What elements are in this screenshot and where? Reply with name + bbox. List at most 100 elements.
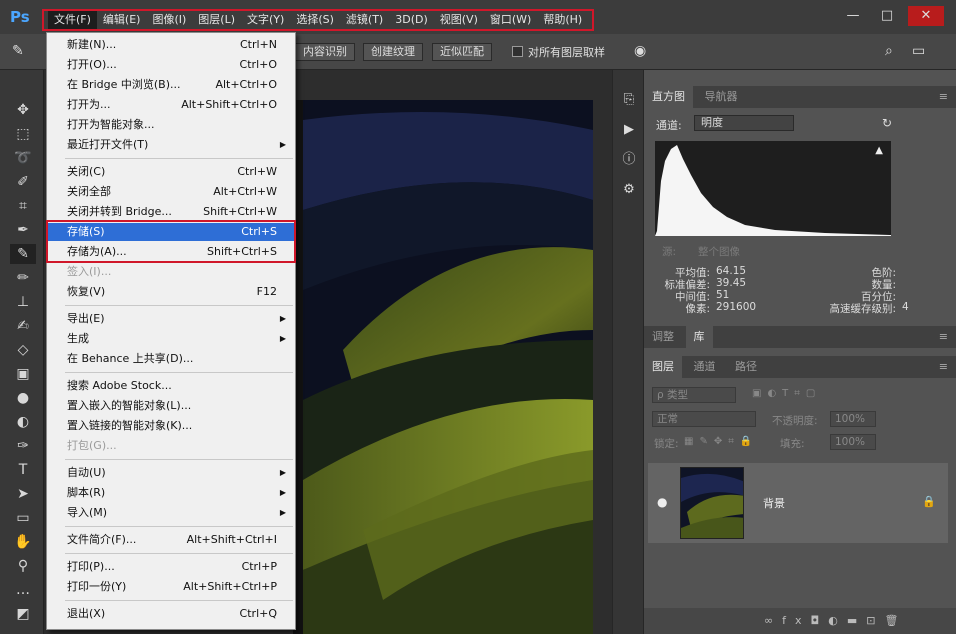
menu-item-new[interactable]: 新建(N)... Ctrl+N: [48, 36, 294, 54]
content-aware-button[interactable]: 内容识别: [295, 43, 355, 61]
lasso-tool-icon[interactable]: ➰: [10, 148, 36, 168]
pen-tool-icon[interactable]: ✑: [10, 436, 36, 456]
shape-tool-icon[interactable]: ▭: [10, 508, 36, 528]
tab-navigator[interactable]: 导航器: [697, 86, 746, 108]
menu-file[interactable]: 文件(F): [48, 11, 97, 29]
menu-help[interactable]: 帮助(H): [537, 11, 588, 29]
refresh-icon[interactable]: ↻: [882, 116, 892, 130]
search-icon[interactable]: ⌕: [885, 43, 893, 59]
text-tool-icon[interactable]: T: [10, 460, 36, 480]
menu-item-close-go-bridge[interactable]: 关闭并转到 Bridge... Shift+Ctrl+W: [48, 203, 294, 221]
menu-item-open-as[interactable]: 打开为... Alt+Shift+Ctrl+O: [48, 96, 294, 114]
hand-tool-icon[interactable]: ✋: [10, 532, 36, 552]
eraser-tool-icon[interactable]: ◇: [10, 340, 36, 360]
menu-image[interactable]: 图像(I): [146, 11, 192, 29]
color-swatch-icon[interactable]: ◩: [10, 604, 36, 624]
adjustments-menu-icon[interactable]: ≡: [939, 330, 948, 343]
menu-item-file-info[interactable]: 文件简介(F)... Alt+Shift+Ctrl+I: [48, 531, 294, 549]
maximize-button[interactable]: □: [874, 6, 900, 26]
menu-item-close-all[interactable]: 关闭全部 Alt+Ctrl+W: [48, 183, 294, 201]
stamp-tool-icon[interactable]: ⊥: [10, 292, 36, 312]
zoom-tool-icon[interactable]: ⚲: [10, 556, 36, 576]
history-icon[interactable]: ⎘: [619, 92, 639, 110]
opacity-field[interactable]: 100%: [830, 411, 876, 427]
menu-item-export[interactable]: 导出(E) ▶: [48, 310, 294, 328]
layers-menu-icon[interactable]: ≡: [939, 360, 948, 373]
menu-item-search-stock[interactable]: 搜索 Adobe Stock...: [48, 377, 294, 395]
tab-histogram[interactable]: 直方图: [644, 86, 693, 108]
layer-row-background[interactable]: ● 背景 🔒: [648, 463, 948, 543]
separator: [65, 372, 293, 373]
source-value[interactable]: 整个图像: [698, 244, 740, 259]
brush-tool-icon[interactable]: ✏: [10, 268, 36, 288]
lock-icons[interactable]: ▦✎✥⌗🔒: [684, 436, 758, 447]
blend-mode-select[interactable]: 正常: [652, 411, 756, 427]
tab-adjustments[interactable]: 调整: [644, 326, 682, 348]
properties-icon[interactable]: ⚙: [619, 182, 639, 200]
layer-filter-select[interactable]: ρ 类型: [652, 387, 736, 403]
document-canvas[interactable]: [293, 100, 593, 634]
gradient-tool-icon[interactable]: ▣: [10, 364, 36, 384]
menu-item-recent[interactable]: 最近打开文件(T) ▶: [48, 136, 294, 154]
layer-filter-icons[interactable]: ▣◐T⌗▢: [752, 388, 821, 399]
menu-select[interactable]: 选择(S): [290, 11, 340, 29]
layer-name[interactable]: 背景: [763, 495, 785, 511]
menu-window[interactable]: 窗口(W): [484, 11, 537, 29]
menu-item-share-behance[interactable]: 在 Behance 上共享(D)...: [48, 350, 294, 368]
visibility-eye-icon[interactable]: ●: [657, 495, 667, 509]
layer-action-icons[interactable]: ∞fx◘◐▬⊡🗑: [764, 614, 907, 627]
dodge-tool-icon[interactable]: ◐: [10, 412, 36, 432]
healing-brush-tool-icon[interactable]: ✎: [10, 244, 36, 264]
workspace-icon[interactable]: ▭: [912, 43, 925, 59]
menu-item-place-linked[interactable]: 置入链接的智能对象(K)...: [48, 417, 294, 435]
blur-tool-icon[interactable]: ●: [10, 388, 36, 408]
menu-item-import[interactable]: 导入(M) ▶: [48, 504, 294, 522]
submenu-arrow-icon: ▶: [279, 468, 286, 477]
menu-item-close[interactable]: 关闭(C) Ctrl+W: [48, 163, 294, 181]
tab-libraries[interactable]: 库: [685, 326, 713, 348]
pressure-icon[interactable]: ◉: [634, 43, 646, 59]
menu-type[interactable]: 文字(Y): [241, 11, 290, 29]
spot-healing-brush-icon[interactable]: ✎: [12, 43, 24, 59]
tab-layers[interactable]: 图层: [644, 356, 682, 378]
panel-menu-icon[interactable]: ≡: [939, 90, 948, 103]
info-icon[interactable]: ⓘ: [619, 148, 639, 167]
move-tool-icon[interactable]: ✥: [10, 100, 36, 120]
tab-paths[interactable]: 路径: [727, 356, 765, 378]
menu-layer[interactable]: 图层(L): [192, 11, 241, 29]
stat-row-std: 标准偏差: 39.45 数量:: [656, 277, 946, 291]
minimize-button[interactable]: —: [840, 6, 866, 26]
create-texture-button[interactable]: 创建纹理: [363, 43, 423, 61]
quick-select-tool-icon[interactable]: ✐: [10, 172, 36, 192]
menu-item-open[interactable]: 打开(O)... Ctrl+O: [48, 56, 294, 74]
eyedropper-tool-icon[interactable]: ✒: [10, 220, 36, 240]
menu-item-browse-bridge[interactable]: 在 Bridge 中浏览(B)... Alt+Ctrl+O: [48, 76, 294, 94]
marquee-tool-icon[interactable]: ⬚: [10, 124, 36, 144]
more-tools-icon[interactable]: …: [10, 580, 36, 600]
menu-filter[interactable]: 滤镜(T): [340, 11, 389, 29]
menu-edit[interactable]: 编辑(E): [97, 11, 147, 29]
fill-field[interactable]: 100%: [830, 434, 876, 450]
menu-item-revert[interactable]: 恢复(V) F12: [48, 283, 294, 301]
menu-item-scripts[interactable]: 脚本(R) ▶: [48, 484, 294, 502]
sample-all-layers-checkbox[interactable]: [512, 46, 523, 57]
menu-item-place-embedded[interactable]: 置入嵌入的智能对象(L)...: [48, 397, 294, 415]
menu-item-exit[interactable]: 退出(X) Ctrl+Q: [48, 605, 294, 623]
menu-item-print-one[interactable]: 打印一份(Y) Alt+Shift+Ctrl+P: [48, 578, 294, 596]
close-button[interactable]: ✕: [908, 6, 944, 26]
tab-channels[interactable]: 通道: [686, 356, 724, 378]
menu-view[interactable]: 视图(V): [434, 11, 484, 29]
menu-3d[interactable]: 3D(D): [389, 11, 434, 29]
warning-icon[interactable]: ▲: [875, 145, 883, 156]
separator: [65, 526, 293, 527]
menu-item-generate[interactable]: 生成 ▶: [48, 330, 294, 348]
menu-item-automate[interactable]: 自动(U) ▶: [48, 464, 294, 482]
history-brush-tool-icon[interactable]: ✍: [10, 316, 36, 336]
actions-play-icon[interactable]: ▶: [619, 122, 639, 140]
menu-item-print[interactable]: 打印(P)... Ctrl+P: [48, 558, 294, 576]
menu-item-open-smart-object[interactable]: 打开为智能对象...: [48, 116, 294, 134]
crop-tool-icon[interactable]: ⌗: [10, 196, 36, 216]
path-select-tool-icon[interactable]: ➤: [10, 484, 36, 504]
channel-select[interactable]: 明度: [694, 115, 794, 131]
proximity-match-button[interactable]: 近似匹配: [432, 43, 492, 61]
